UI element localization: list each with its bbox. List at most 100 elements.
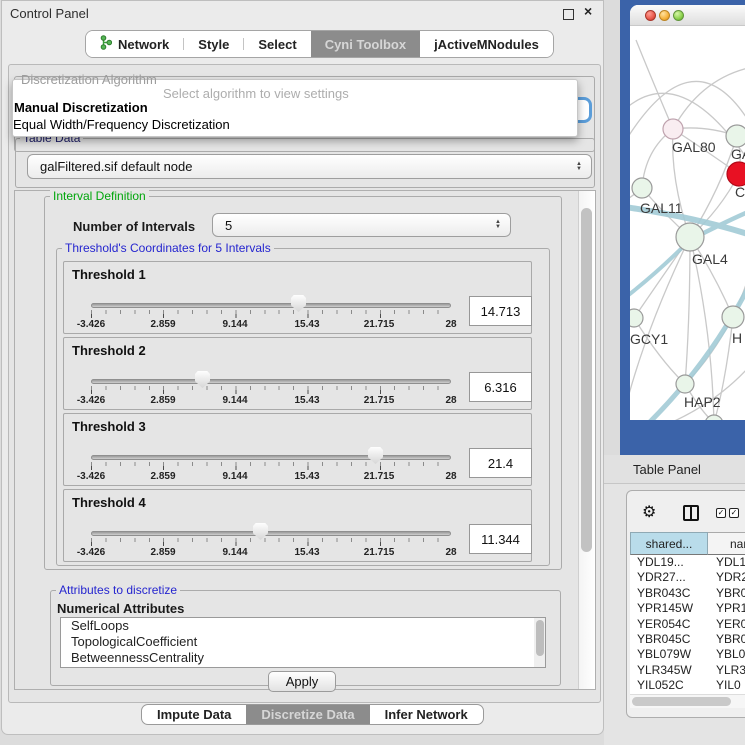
attributes-list-scrollbar-thumb[interactable] — [536, 620, 544, 656]
tab-infer-network[interactable]: Infer Network — [370, 705, 483, 724]
node-label-gal80: GAL80 — [672, 139, 716, 155]
algorithm-placeholder-option[interactable]: Select algorithm to view settings — [163, 86, 349, 101]
node-gcy1[interactable] — [630, 309, 643, 327]
spinner-down-icon: ▼ — [495, 225, 501, 230]
tick-label: 2.859 — [150, 547, 175, 558]
number-of-intervals-select[interactable]: 5 ▲ ▼ — [212, 213, 511, 237]
node-attribute-table[interactable]: shared... name YDL19...YDL1 YDR27...YDR2… — [630, 532, 745, 694]
cell: YBR0 — [708, 586, 745, 601]
threshold-2-slider-track[interactable] — [91, 379, 451, 384]
threshold-1-label: Threshold 1 — [72, 267, 146, 282]
table-row[interactable]: YLR345WYLR3 — [630, 663, 745, 678]
tab-jactivemnodules[interactable]: jActiveMNodules — [420, 31, 553, 57]
cell: YDL1 — [708, 555, 745, 570]
node-label-h: H — [732, 330, 742, 346]
table-row[interactable]: YBR043CYBR0 — [630, 586, 745, 601]
discretization-algorithm-group-label: Discretization Algorithm — [21, 72, 157, 87]
table-row[interactable]: YPR145WYPR1 — [630, 601, 745, 616]
checkbox-icon[interactable]: ✓ — [716, 508, 726, 518]
table-row[interactable]: YIL052CYIL0 — [630, 678, 745, 693]
table-header-row: shared... name — [630, 532, 745, 555]
tab-style[interactable]: Style — [184, 31, 243, 57]
gear-icon[interactable]: ⚙ — [642, 502, 656, 522]
cell: YIL0 — [708, 678, 745, 693]
list-item[interactable]: SelfLoops — [61, 618, 545, 634]
algorithm-option-equal-width[interactable]: Equal Width/Frequency Discretization — [13, 117, 230, 132]
tab-network-label: Network — [118, 37, 169, 52]
threshold-2-value-field[interactable]: 6.316 — [469, 372, 532, 402]
number-of-intervals-spinner-icon[interactable]: ▲ ▼ — [495, 220, 501, 230]
column-header-shared-name[interactable]: shared... — [630, 532, 708, 555]
table-row[interactable]: YDR27...YDR2 — [630, 570, 745, 585]
checkbox-icon[interactable]: ✓ — [729, 508, 739, 518]
cell: YBL0 — [708, 647, 745, 662]
tab-impute-data[interactable]: Impute Data — [142, 705, 246, 724]
table-row[interactable]: YBL079WYBL0 — [630, 647, 745, 662]
tab-cyni-toolbox[interactable]: Cyni Toolbox — [311, 31, 420, 57]
node-highlighted-red[interactable] — [727, 162, 745, 186]
tick-label: 9.144 — [222, 547, 247, 558]
tick-label: 2.859 — [150, 471, 175, 482]
cell: YER054C — [630, 617, 708, 632]
threshold-4-label: Threshold 4 — [72, 495, 146, 510]
table-rows: YDL19...YDL1 YDR27...YDR2 YBR043CYBR0 YP… — [630, 555, 745, 694]
threshold-3-value-field[interactable]: 21.4 — [469, 448, 532, 478]
tick-label: 15.43 — [294, 471, 319, 482]
tick-label: 9.144 — [222, 319, 247, 330]
threshold-4-value-field[interactable]: 11.344 — [469, 524, 532, 554]
node-hap2[interactable] — [676, 375, 694, 393]
list-item[interactable]: BetweennessCentrality — [61, 650, 545, 666]
tick-label: -3.426 — [77, 547, 105, 558]
close-icon[interactable]: × — [584, 3, 592, 19]
threshold-2-label: Threshold 2 — [72, 343, 146, 358]
threshold-1-value-field[interactable]: 14.713 — [469, 296, 532, 326]
float-window-icon[interactable] — [563, 9, 574, 20]
table-row[interactable]: YER054CYER0 — [630, 617, 745, 632]
tick-label: 15.43 — [294, 395, 319, 406]
threshold-1-slider-track[interactable] — [91, 303, 451, 308]
algorithm-option-manual[interactable]: Manual Discretization — [14, 100, 148, 115]
network-view-window: GAL80 GA C GAL11 GAL4 GCY1 H HAP2 — [630, 5, 745, 420]
vertical-scrollbar-thumb[interactable] — [581, 208, 592, 552]
table-horizontal-scrollbar-thumb[interactable] — [632, 697, 731, 706]
node-gal80[interactable] — [663, 119, 683, 139]
table-data-spinner-icon[interactable]: ▲ ▼ — [576, 162, 582, 172]
table-row[interactable]: YDL19...YDL1 — [630, 555, 745, 570]
network-window-titlebar — [630, 5, 745, 26]
threshold-3-ticks — [91, 462, 452, 470]
tick-label: 2.859 — [150, 319, 175, 330]
numerical-attributes-label: Numerical Attributes — [57, 601, 184, 616]
numerical-attributes-list[interactable]: SelfLoops TopologicalCoefficient Between… — [60, 617, 546, 668]
interval-definition-group-label: Interval Definition — [50, 189, 149, 203]
column-header-name[interactable]: name — [708, 532, 745, 555]
close-traffic-light-icon[interactable] — [645, 10, 656, 21]
threshold-2-panel: Threshold 2 -3.426 2.859 9.144 15.43 21.… — [63, 337, 532, 410]
zoom-traffic-light-icon[interactable] — [673, 10, 684, 21]
node-h[interactable] — [722, 306, 744, 328]
table-data-select[interactable]: galFiltered.sif default node ▲ ▼ — [27, 154, 592, 179]
tab-discretize-data[interactable]: Discretize Data — [246, 705, 369, 724]
threshold-1-panel: Threshold 1 -3.426 2.859 9.144 15.43 21.… — [63, 261, 532, 334]
network-canvas[interactable]: GAL80 GA C GAL11 GAL4 GCY1 H HAP2 — [630, 26, 745, 420]
minimize-traffic-light-icon[interactable] — [659, 10, 670, 21]
tick-label: 28 — [445, 471, 456, 482]
apply-button[interactable]: Apply — [268, 671, 336, 692]
table-row[interactable]: YBR045CYBR0 — [630, 632, 745, 647]
list-item[interactable]: TopologicalCoefficient — [61, 634, 545, 650]
tab-select[interactable]: Select — [244, 31, 310, 57]
node-gal11[interactable] — [632, 178, 652, 198]
node-label-gal4: GAL4 — [692, 251, 728, 267]
cell: YBR045C — [630, 632, 708, 647]
column-layout-icon[interactable] — [683, 505, 699, 521]
node-label-gal11: GAL11 — [640, 200, 683, 216]
threshold-4-slider-track[interactable] — [91, 531, 451, 536]
threshold-4-panel: Threshold 4 -3.426 2.859 9.144 15.43 21.… — [63, 489, 532, 562]
tab-style-label: Style — [198, 37, 229, 52]
tick-label: -3.426 — [77, 319, 105, 330]
node-ga[interactable] — [726, 125, 745, 147]
threshold-3-slider-track[interactable] — [91, 455, 451, 460]
tab-discretize-data-label: Discretize Data — [261, 707, 354, 722]
tab-network[interactable]: Network — [86, 31, 183, 57]
node-gal4[interactable] — [676, 223, 704, 251]
node-label-hap2: HAP2 — [684, 394, 721, 410]
